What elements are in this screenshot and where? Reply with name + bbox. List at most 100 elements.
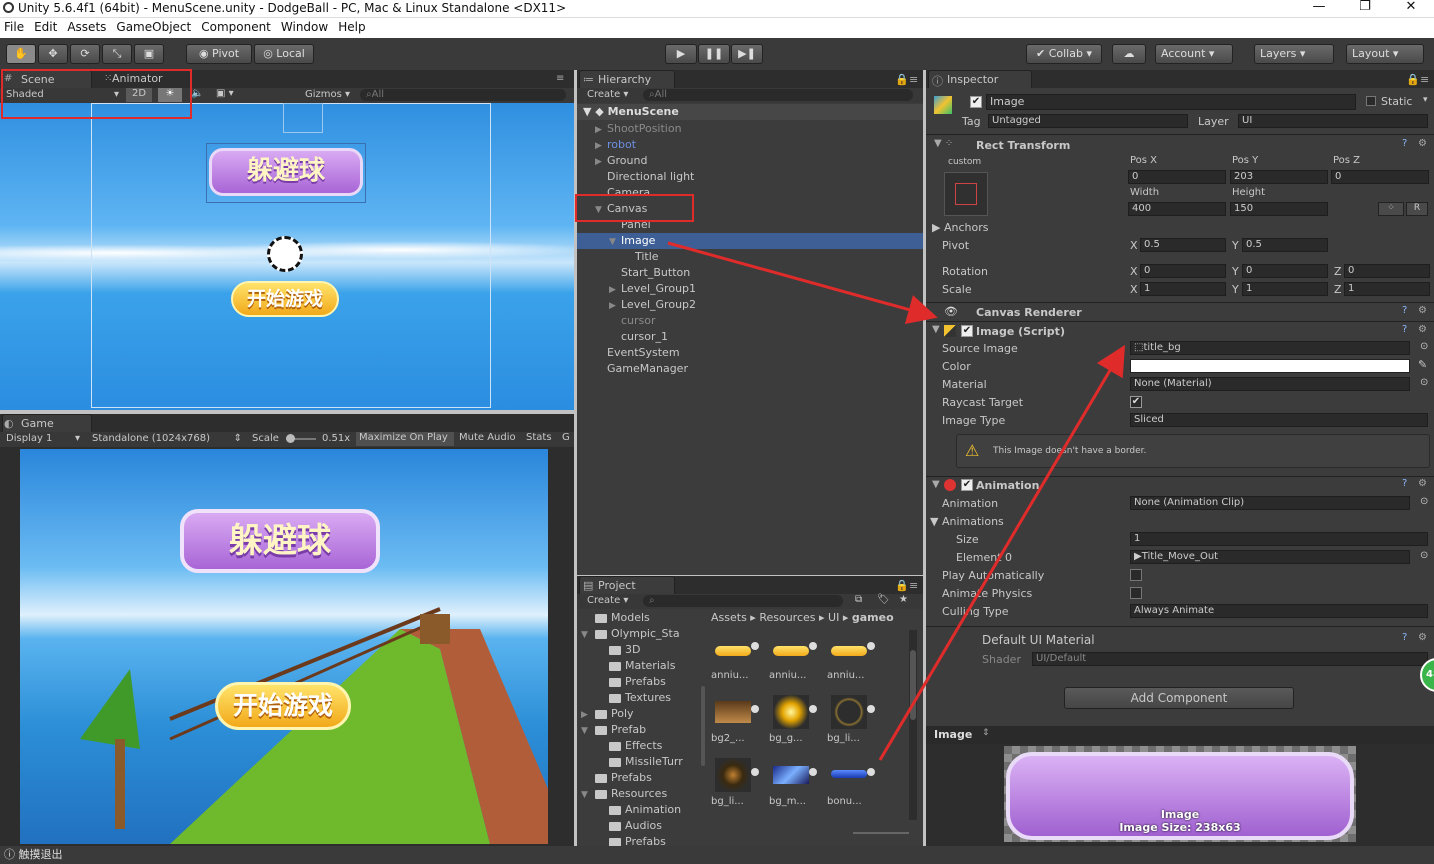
- settings-gear-icon[interactable]: ⚙: [1418, 632, 1427, 643]
- expand-sprite-icon[interactable]: [751, 768, 759, 776]
- hierarchy-item[interactable]: ▶ Level_Group1: [577, 281, 923, 297]
- help-icon[interactable]: ?: [1402, 478, 1407, 489]
- selection-rect[interactable]: 躲避球: [206, 143, 366, 203]
- audio-toggle-icon[interactable]: 🔈: [191, 88, 203, 99]
- menu-edit[interactable]: Edit: [30, 18, 63, 34]
- expand-sprite-icon[interactable]: [809, 705, 817, 713]
- animation-enabled-checkbox[interactable]: ✔: [961, 479, 973, 491]
- expand-sprite-icon[interactable]: [751, 705, 759, 713]
- posy-field[interactable]: 203: [1230, 170, 1328, 184]
- play-auto-checkbox[interactable]: [1130, 569, 1142, 581]
- component-fold-icon[interactable]: ▼ ⁘: [934, 138, 953, 149]
- asset-thumbnail[interactable]: bg_li...: [827, 693, 877, 751]
- lock-icon[interactable]: 🔒: [895, 73, 909, 86]
- folder-tree-item[interactable]: ▶ Poly: [577, 706, 701, 722]
- tree-scrollbar[interactable]: [701, 686, 705, 766]
- collab-dropdown[interactable]: ✔ Collab ▾: [1026, 44, 1102, 64]
- image-type-dropdown[interactable]: Sliced: [1130, 413, 1428, 427]
- rotation-x-field[interactable]: 0: [1140, 264, 1226, 278]
- restore-button[interactable]: ❐: [1342, 0, 1388, 18]
- folder-arrow-icon[interactable]: ▼: [581, 787, 595, 803]
- expand-arrow-icon[interactable]: ▶: [595, 138, 607, 154]
- folder-tree-item[interactable]: Audios: [577, 818, 701, 834]
- raycast-target-checkbox[interactable]: ✔: [1130, 396, 1142, 408]
- help-icon[interactable]: ?: [1402, 632, 1407, 643]
- source-image-field[interactable]: ⬚title_bg: [1130, 341, 1410, 355]
- tab-game[interactable]: Game: [2, 414, 92, 432]
- display-dropdown[interactable]: Display 1 ▾: [6, 433, 82, 444]
- tag-dropdown[interactable]: Untagged: [988, 114, 1188, 128]
- material-field[interactable]: None (Material): [1130, 377, 1410, 391]
- hierarchy-item[interactable]: ▼ Image: [577, 233, 923, 249]
- folder-tree-item[interactable]: ▼ Olympic_Sta: [577, 626, 701, 642]
- collapse-arrow-icon[interactable]: ▼: [609, 234, 621, 250]
- scale-tool-icon[interactable]: ⤡: [102, 44, 132, 64]
- object-picker-icon[interactable]: ⊙: [1420, 496, 1428, 507]
- expand-sprite-icon[interactable]: [867, 642, 875, 650]
- hierarchy-item[interactable]: GameManager: [577, 361, 923, 377]
- height-field[interactable]: 150: [1230, 202, 1328, 216]
- static-checkbox[interactable]: [1366, 96, 1376, 106]
- minimize-button[interactable]: —: [1296, 0, 1342, 18]
- folder-tree-item[interactable]: Textures: [577, 690, 701, 706]
- hierarchy-item[interactable]: ▶ ShootPosition: [577, 121, 923, 137]
- gizmos-dropdown[interactable]: Gizmos ▾: [305, 89, 350, 100]
- move-tool-icon[interactable]: ✥: [38, 44, 68, 64]
- component-fold-icon[interactable]: ▼: [932, 324, 940, 335]
- folder-tree-item[interactable]: Prefabs: [577, 770, 701, 786]
- add-component-button[interactable]: Add Component: [1064, 687, 1294, 709]
- eyedropper-icon[interactable]: ✎: [1418, 358, 1427, 371]
- project-create-dropdown[interactable]: Create ▾: [587, 595, 628, 606]
- filter-label-icon[interactable]: 🏷: [877, 594, 890, 605]
- expand-sprite-icon[interactable]: [809, 642, 817, 650]
- chevron-updown-icon[interactable]: ⇕: [982, 728, 990, 738]
- hierarchy-create-dropdown[interactable]: Create ▾: [587, 89, 628, 100]
- asset-thumbnail[interactable]: anniu...: [769, 630, 819, 688]
- help-icon[interactable]: ?: [1402, 138, 1407, 149]
- lock-icon[interactable]: 🔒: [895, 579, 909, 592]
- expand-sprite-icon[interactable]: [751, 642, 759, 650]
- scale-slider[interactable]: [286, 434, 316, 443]
- step-button[interactable]: ▶❚: [731, 44, 763, 64]
- settings-gear-icon[interactable]: ⚙: [1418, 305, 1427, 316]
- expand-sprite-icon[interactable]: [867, 705, 875, 713]
- pivot-y-field[interactable]: 0.5: [1242, 238, 1328, 252]
- folder-tree-item[interactable]: ▼ Resources: [577, 786, 701, 802]
- image-enabled-checkbox[interactable]: ✔: [961, 325, 973, 337]
- settings-gear-icon[interactable]: ⚙: [1418, 478, 1427, 489]
- anchor-preset-button[interactable]: [944, 172, 988, 216]
- menu-window[interactable]: Window: [277, 18, 334, 34]
- hierarchy-item[interactable]: Start_Button: [577, 265, 923, 281]
- pivot-button[interactable]: ◉ Pivot: [186, 44, 252, 64]
- panel-menu-icon[interactable]: ≡: [1420, 73, 1429, 86]
- help-icon[interactable]: ?: [1402, 305, 1407, 316]
- layers-dropdown[interactable]: Layers ▾: [1254, 44, 1334, 64]
- anchors-foldout[interactable]: ▶ Anchors: [932, 221, 988, 234]
- thumbnail-size-slider[interactable]: [853, 832, 909, 834]
- slider-handle[interactable]: [286, 434, 295, 443]
- asset-thumbnail[interactable]: bg2_...: [711, 693, 761, 751]
- color-swatch[interactable]: [1130, 359, 1410, 373]
- breadcrumb-current[interactable]: gameo: [852, 611, 894, 624]
- object-picker-icon[interactable]: ⊙: [1420, 341, 1428, 352]
- hierarchy-item[interactable]: ▶ Ground: [577, 153, 923, 169]
- pivot-x-field[interactable]: 0.5: [1140, 238, 1226, 252]
- filter-type-icon[interactable]: ⧉: [855, 594, 862, 605]
- expand-sprite-icon[interactable]: [809, 768, 817, 776]
- play-button[interactable]: ▶: [665, 44, 697, 64]
- component-fold-icon[interactable]: ▼: [932, 479, 940, 490]
- menu-component[interactable]: Component: [197, 18, 277, 34]
- breadcrumb-ui[interactable]: UI: [828, 611, 839, 624]
- scene-viewport[interactable]: 躲避球 开始游戏: [0, 103, 574, 410]
- panel-menu-icon[interactable]: ≡: [909, 579, 918, 592]
- gameobject-name-input[interactable]: Image: [986, 94, 1356, 110]
- folder-tree-item[interactable]: ▼ Prefab: [577, 722, 701, 738]
- settings-gear-icon[interactable]: ⚙: [1418, 138, 1427, 149]
- posz-field[interactable]: 0: [1331, 170, 1429, 184]
- stats-toggle[interactable]: Stats: [523, 432, 557, 446]
- scroll-thumb[interactable]: [910, 650, 916, 720]
- resolution-dropdown[interactable]: Standalone (1024x768) ⇕: [92, 433, 244, 444]
- layer-dropdown[interactable]: UI: [1238, 114, 1428, 128]
- object-picker-icon[interactable]: ⊙: [1420, 377, 1428, 388]
- game-start-button[interactable]: 开始游戏: [215, 682, 351, 730]
